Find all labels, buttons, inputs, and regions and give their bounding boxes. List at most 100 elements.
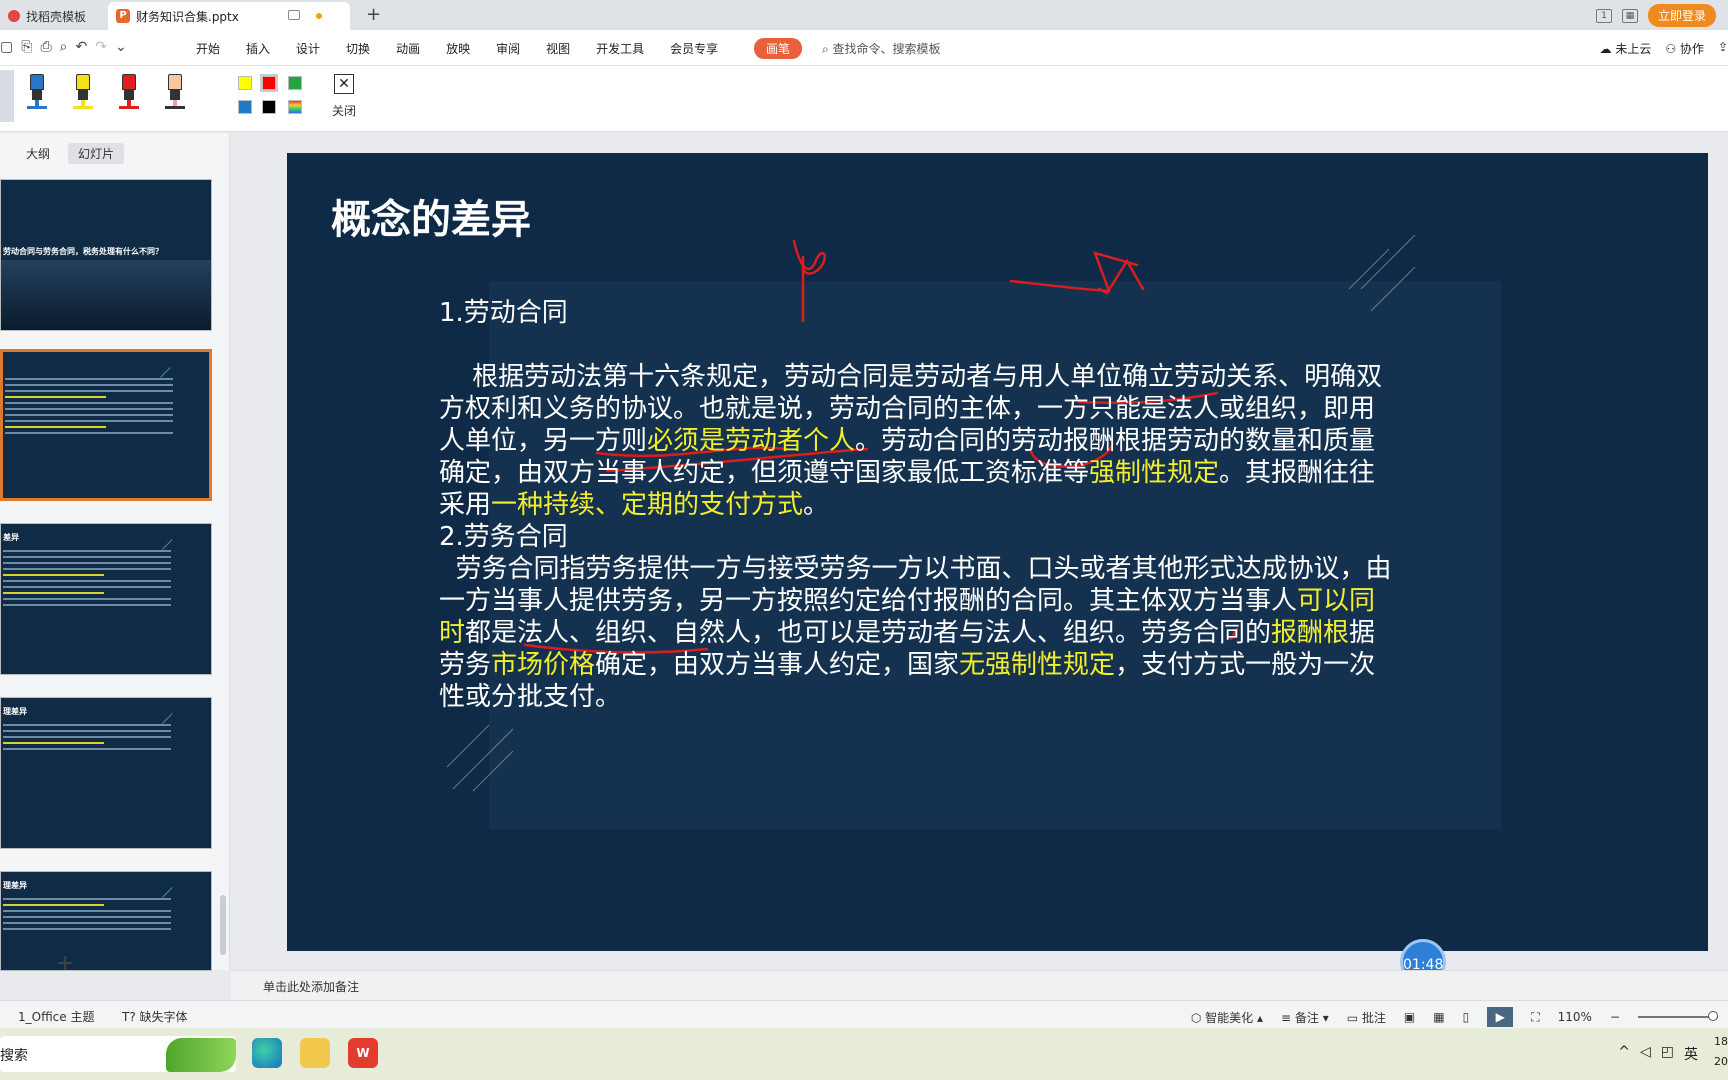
- slide[interactable]: 概念的差异 1.劳动合同 根据劳动法第十六条规定，劳动合同是劳动者与用人单位确立…: [287, 153, 1708, 951]
- menu-item-0[interactable]: 开始: [196, 40, 220, 57]
- network-icon[interactable]: ◰: [1661, 1044, 1674, 1064]
- tab-document[interactable]: P 财务知识合集.pptx: [108, 2, 350, 30]
- normal-view-icon[interactable]: ▣: [1404, 1010, 1415, 1024]
- color-yellow-swatch[interactable]: [238, 76, 252, 90]
- menu-item-1[interactable]: 插入: [246, 40, 270, 57]
- notes-placeholder: 单击此处添加备注: [263, 980, 360, 994]
- close-pen-icon[interactable]: ✕: [334, 74, 354, 94]
- slide-thumbnail-1[interactable]: 劳动合同与劳务合同，税务处理有什么不同？: [0, 179, 212, 331]
- slide-thumbnail-4[interactable]: 理差异: [0, 697, 212, 849]
- color-more-swatch[interactable]: [288, 100, 302, 114]
- edge-icon[interactable]: [252, 1038, 282, 1068]
- share-icon[interactable]: ⇪: [1718, 40, 1728, 57]
- preview-icon[interactable]: ⌕: [60, 39, 68, 55]
- view-tabs: 大纲 幻灯片: [16, 143, 125, 164]
- command-search[interactable]: ⌕ 查找命令、搜索模板: [822, 40, 941, 57]
- thumb5-title: 理差异: [3, 881, 27, 890]
- fit-window-icon[interactable]: ⛶: [1531, 1010, 1539, 1025]
- pen-toolbar-edge: [0, 70, 14, 122]
- command-search-placeholder: 查找命令、搜索模板: [832, 42, 941, 56]
- menu-item-5[interactable]: 放映: [446, 40, 470, 57]
- p2-highlight-2: 报酬根: [1271, 618, 1350, 648]
- tab-outline[interactable]: 大纲: [16, 143, 60, 164]
- collab-label: 协作: [1679, 42, 1704, 56]
- menu-item-3[interactable]: 切换: [346, 40, 370, 57]
- color-black-swatch[interactable]: [262, 100, 276, 114]
- menu-item-6[interactable]: 审阅: [496, 40, 520, 57]
- thumb4-lines: [3, 724, 171, 754]
- tab-pen[interactable]: 画笔: [754, 38, 803, 59]
- new-tab-button[interactable]: +: [366, 4, 381, 25]
- zoom-out-icon[interactable]: −: [1610, 1010, 1620, 1024]
- notes-bar[interactable]: 单击此处添加备注: [231, 970, 1728, 1000]
- tab-template-label: 找稻壳模板: [26, 9, 87, 24]
- login-button[interactable]: 立即登录: [1647, 4, 1716, 27]
- undo-icon[interactable]: ↶: [75, 39, 87, 55]
- theme-name[interactable]: 1_Office 主题: [18, 1008, 94, 1025]
- taskbar-search[interactable]: 搜索: [0, 1036, 236, 1072]
- play-slideshow-icon[interactable]: ▶: [1487, 1007, 1514, 1027]
- file-explorer-icon[interactable]: [300, 1038, 330, 1068]
- zoom-level[interactable]: 110%: [1558, 1010, 1592, 1024]
- city-image: [1, 260, 211, 330]
- missing-font-button[interactable]: T? 缺失字体: [122, 1008, 188, 1025]
- p1-highlight-1: 必须是劳动者个人: [647, 426, 856, 456]
- tab-document-label: 财务知识合集.pptx: [136, 9, 239, 24]
- menu-item-2[interactable]: 设计: [296, 40, 320, 57]
- slide-panel: 大纲 幻灯片 劳动合同与劳务合同，税务处理有什么不同？ 差异 理差异 理差异 +: [0, 133, 230, 976]
- collab-button[interactable]: ⚇ 协作: [1665, 40, 1704, 57]
- heading-service-contract: 2.劳务合同: [439, 522, 568, 552]
- slide-body[interactable]: 1.劳动合同 根据劳动法第十六条规定，劳动合同是劳动者与用人单位确立劳动关系、明…: [439, 297, 1399, 713]
- slide-title: 概念的差异: [331, 197, 531, 243]
- color-green-swatch[interactable]: [288, 76, 302, 90]
- sorter-view-icon[interactable]: ▦: [1433, 1010, 1444, 1024]
- slide-thumbnail-2[interactable]: [0, 349, 212, 501]
- color-red-swatch[interactable]: [260, 74, 278, 92]
- menu-item-8[interactable]: 开发工具: [596, 40, 644, 57]
- save-icon[interactable]: ▢: [0, 39, 13, 55]
- p1-highlight-2: 强制性规定: [1089, 458, 1220, 488]
- tab-template[interactable]: 找稻壳模板: [0, 2, 108, 30]
- tray-expand-icon[interactable]: ^: [1618, 1044, 1630, 1064]
- slide-thumbnail-3[interactable]: 差异: [0, 523, 212, 675]
- reading-view-icon[interactable]: ▯: [1463, 1010, 1470, 1024]
- menu-item-4[interactable]: 动画: [396, 40, 420, 57]
- menu-item-7[interactable]: 视图: [546, 40, 570, 57]
- clock[interactable]: 18 202: [1714, 1032, 1728, 1072]
- eraser-icon[interactable]: [165, 74, 185, 109]
- service-contract-paragraph: 劳务合同指劳务提供一方与接受劳务一方以书面、口头或者其他形式达成协议，由一方当事…: [439, 553, 1399, 713]
- close-pen-label: 关闭: [332, 104, 357, 118]
- slide-thumbnail-5[interactable]: 理差异: [0, 871, 212, 971]
- highlighter-yellow-icon[interactable]: [73, 74, 93, 109]
- p2-text-d: 确定，由双方当事人约定，国家: [595, 650, 960, 680]
- zoom-slider-knob[interactable]: [1708, 1011, 1718, 1021]
- notes-button[interactable]: ≡ 备注 ▾: [1281, 1009, 1329, 1026]
- wps-icon[interactable]: W: [348, 1038, 378, 1068]
- cloud-status[interactable]: ☁ 未上云: [1600, 40, 1652, 57]
- add-slide-button[interactable]: +: [56, 951, 74, 976]
- print-icon[interactable]: ⎙: [40, 39, 51, 55]
- search-highlight-image: [166, 1038, 236, 1072]
- slide-panel-scrollbar[interactable]: [220, 895, 226, 955]
- grid-icon[interactable]: ▦: [1621, 8, 1638, 23]
- redo-icon[interactable]: ↷: [95, 39, 107, 55]
- window-layout-icon[interactable]: 1: [1595, 8, 1612, 23]
- ime-indicator[interactable]: 英: [1684, 1044, 1698, 1064]
- beautify-button[interactable]: ⬡ 智能美化 ▴: [1191, 1009, 1263, 1026]
- color-blue-swatch[interactable]: [238, 100, 252, 114]
- thumb4-title: 理差异: [3, 707, 27, 716]
- pen-red-icon[interactable]: [119, 74, 139, 109]
- tab-slides[interactable]: 幻灯片: [68, 143, 125, 164]
- comment-button[interactable]: ▭ 批注: [1347, 1009, 1386, 1026]
- p1-highlight-3: 一种持续、定期的支付方式: [491, 490, 804, 520]
- menu-item-9[interactable]: 会员专享: [670, 40, 718, 57]
- zoom-slider[interactable]: [1638, 1011, 1718, 1021]
- volume-icon[interactable]: ◁: [1640, 1044, 1651, 1064]
- more-icon[interactable]: ⌄: [115, 39, 127, 55]
- notes-label: 备注: [1294, 1010, 1319, 1025]
- export-icon[interactable]: ⎘: [21, 39, 32, 55]
- monitor-icon[interactable]: [288, 10, 300, 20]
- pen-blue-icon[interactable]: [27, 74, 47, 109]
- p2-highlight-4: 无强制性规定: [959, 650, 1116, 680]
